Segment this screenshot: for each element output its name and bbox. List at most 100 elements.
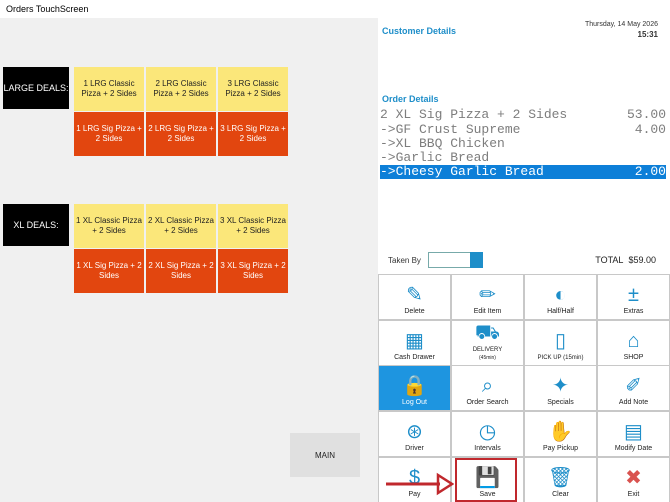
taken-by-dropdown-button[interactable] (470, 252, 483, 268)
exit-label: Exit (627, 491, 640, 498)
edit-item-label: Edit Item (473, 308, 502, 315)
total-value: $59.00 (628, 255, 656, 265)
shop-button[interactable]: ⌂ SHOP (598, 321, 669, 365)
cash-drawer-button[interactable]: ▦ Cash Drawer (379, 321, 450, 365)
order-line[interactable]: ->GF Crust Supreme 4.00 (380, 123, 666, 137)
deal-button[interactable]: 3 XL Sig Pizza + 2 Sides (218, 249, 288, 293)
deal-button[interactable]: 2 XL Sig Pizza + 2 Sides (146, 249, 216, 293)
shop-icon: ⌂ (627, 330, 640, 352)
pencil-icon: ✐ (625, 375, 642, 397)
save-highlight-box (455, 458, 517, 502)
deal-button[interactable]: 2 XL Classic Pizza + 2 Sides (146, 204, 216, 248)
order-line-text: ->XL BBQ Chicken (380, 136, 505, 151)
cash-register-icon: ▦ (405, 330, 424, 352)
delete-button[interactable]: ✎ Delete (379, 275, 450, 319)
order-line-text: 2 XL Sig Pizza + 2 Sides (380, 107, 568, 122)
total-label: TOTAL (595, 255, 624, 265)
exit-button[interactable]: ✖ Exit (598, 458, 669, 502)
calendar-icon: ▤ (624, 421, 643, 443)
extras-button[interactable]: ± Extras (598, 275, 669, 319)
driver-label: Driver (405, 445, 424, 452)
specials-button[interactable]: ✦ Specials (525, 366, 596, 410)
delete-label: Delete (404, 308, 425, 315)
deal-button[interactable]: 3 XL Classic Pizza + 2 Sides (218, 204, 288, 248)
phone-icon: ▯ (554, 330, 566, 352)
order-search-label: Order Search (466, 399, 509, 406)
xl-deals-label: XL DEALS: (3, 204, 69, 246)
order-line-text: ->GF Crust Supreme (380, 122, 521, 137)
log-out-button[interactable]: 🔒 Log Out (379, 366, 450, 410)
deal-button[interactable]: 2 LRG Classic Pizza + 2 Sides (146, 67, 216, 111)
half-circle-icon: ◐ (554, 284, 567, 306)
driver-button[interactable]: ⊛ Driver (379, 412, 450, 456)
title-bar: Orders TouchScreen (0, 0, 670, 18)
intervals-label: Intervals (474, 445, 501, 452)
order-search-button[interactable]: ⌕ Order Search (452, 366, 523, 410)
order-line-price: 4.00 (634, 122, 666, 137)
order-line-selected[interactable]: ->Cheesy Garlic Bread 2.00 (380, 165, 666, 179)
plus-minus-icon: ± (628, 284, 639, 306)
delivery-time-text: (45min) (479, 355, 496, 361)
menu-panel: LARGE DEALS: 1 LRG Classic Pizza + 2 Sid… (0, 18, 378, 502)
deal-button[interactable]: 3 LRG Sig Pizza + 2 Sides (218, 112, 288, 156)
hand-coin-icon: ✋ (548, 421, 573, 443)
delivery-button[interactable]: ⛟ DELIVERY (45min) (452, 321, 523, 365)
pay-pickup-label: Pay Pickup (542, 445, 579, 452)
main-button[interactable]: MAIN (290, 433, 360, 477)
taken-by-field[interactable] (428, 252, 472, 268)
pay-pickup-button[interactable]: ✋ Pay Pickup (525, 412, 596, 456)
deal-button[interactable]: 1 LRG Classic Pizza + 2 Sides (74, 67, 144, 111)
order-line[interactable]: ->XL BBQ Chicken (380, 137, 666, 151)
eraser-icon: ✎ (406, 284, 423, 306)
specials-label: Specials (547, 399, 574, 406)
clock-icon: ◷ (478, 421, 497, 443)
close-icon: ✖ (625, 467, 642, 489)
clear-button[interactable]: 🗑 Clear (525, 458, 596, 502)
date-time: Thursday, 14 May 2026 15:31 (585, 20, 658, 40)
total-display: TOTAL $59.00 (595, 255, 656, 265)
deal-button[interactable]: 1 XL Classic Pizza + 2 Sides (74, 204, 144, 248)
extras-label: Extras (623, 308, 644, 315)
large-deals-label: LARGE DEALS: (3, 67, 69, 109)
delivery-label: DELIVERY (45min) (473, 346, 503, 362)
delivery-text: DELIVERY (472, 347, 503, 353)
edit-item-button[interactable]: ✏ Edit Item (452, 275, 523, 319)
pick-up-label: PICK UP (15min) (537, 355, 584, 361)
add-note-button[interactable]: ✐ Add Note (598, 366, 669, 410)
order-line[interactable]: ->Garlic Bread (380, 151, 666, 165)
log-out-label: Log Out (402, 399, 427, 406)
tag-icon: ✦ (552, 375, 569, 397)
search-icon: ⌕ (481, 375, 494, 397)
date-text: Thursday, 14 May 2026 (584, 21, 658, 28)
order-line-text: ->Garlic Bread (380, 150, 490, 165)
intervals-button[interactable]: ◷ Intervals (452, 412, 523, 456)
taken-by-label: Taken By (388, 256, 421, 265)
order-line[interactable]: 2 XL Sig Pizza + 2 Sides 53.00 (380, 108, 666, 122)
add-note-label: Add Note (618, 399, 649, 406)
annotation-arrow-icon (386, 472, 454, 496)
modify-date-button[interactable]: ▤ Modify Date (598, 412, 669, 456)
steering-wheel-icon: ⊛ (406, 421, 423, 443)
deal-button[interactable]: 1 XL Sig Pizza + 2 Sides (74, 249, 144, 293)
deal-button[interactable]: 3 LRG Classic Pizza + 2 Sides (218, 67, 288, 111)
order-panel: Thursday, 14 May 2026 15:31 Customer Det… (378, 18, 670, 502)
order-line-price: 53.00 (626, 107, 666, 122)
deal-button[interactable]: 2 LRG Sig Pizza + 2 Sides (146, 112, 216, 156)
clear-label: Clear (552, 491, 569, 498)
time-text: 15:31 (637, 30, 658, 39)
customer-details-heading[interactable]: Customer Details (382, 26, 456, 36)
order-line-price: 2.00 (634, 164, 666, 179)
order-line-text: ->Cheesy Garlic Bread (380, 164, 544, 179)
pick-up-button[interactable]: ▯ PICK UP (15min) (525, 321, 596, 365)
modify-date-label: Modify Date (614, 445, 653, 452)
action-grid: ✎ Delete ✏ Edit Item ◐ Half/Half ± Extras ▦ C… (378, 274, 670, 502)
half-half-label: Half/Half (547, 308, 574, 315)
truck-icon: ⛟ (474, 322, 501, 344)
shop-label: SHOP (623, 354, 644, 361)
window-title: Orders TouchScreen (6, 4, 89, 14)
edit-icon: ✏ (479, 284, 496, 306)
cash-drawer-label: Cash Drawer (394, 354, 435, 361)
trash-icon: 🗑 (547, 467, 574, 489)
half-half-button[interactable]: ◐ Half/Half (525, 275, 596, 319)
deal-button[interactable]: 1 LRG Sig Pizza + 2 Sides (74, 112, 144, 156)
